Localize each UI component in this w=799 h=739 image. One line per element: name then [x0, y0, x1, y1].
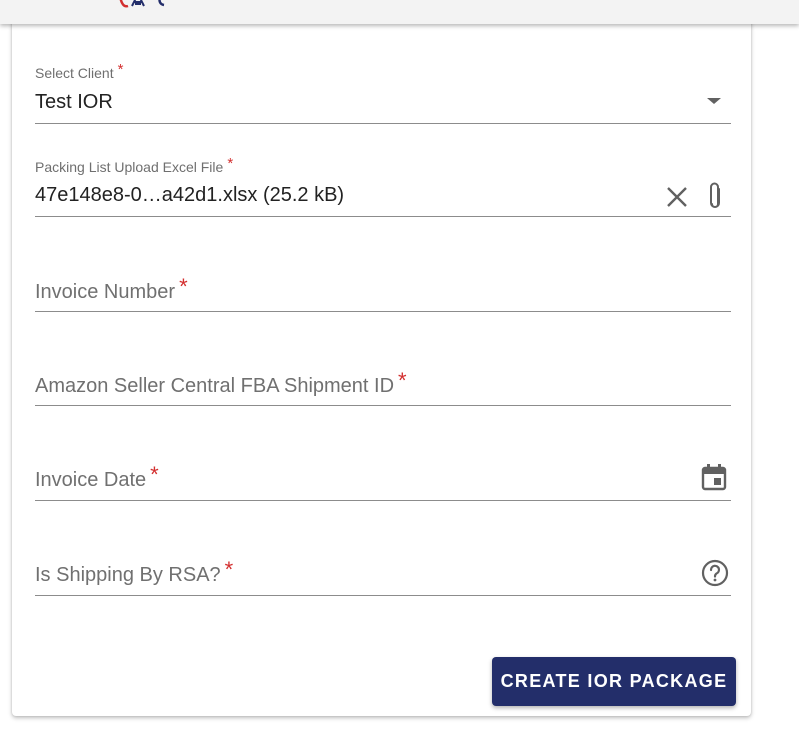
packing-list-required-mark: *	[227, 155, 234, 172]
invoice-date-required-mark: *	[150, 462, 159, 487]
packing-list-upload-field[interactable]: Packing List Upload Excel File * 47e148e8…	[35, 150, 731, 217]
client-label: Select Client	[35, 65, 114, 81]
paperclip-icon[interactable]	[705, 180, 725, 212]
packing-list-file-value: 47e148e8-0…a42d1.xlsx (25.2 kB)	[35, 184, 345, 206]
invoice-date-placeholder: Invoice Date	[35, 469, 147, 491]
client-value: Test IOR	[35, 91, 113, 113]
client-select[interactable]: Select Client * Test IOR	[35, 56, 731, 124]
shipment-id-input[interactable]: Amazon Seller Central FBA Shipment ID *	[35, 344, 731, 406]
invoice-date-input[interactable]: Invoice Date *	[35, 438, 731, 501]
close-icon[interactable]	[665, 185, 689, 209]
packing-list-label: Packing List Upload Excel File	[35, 159, 224, 175]
invoice-number-placeholder: Invoice Number	[35, 281, 176, 303]
invoice-number-required-mark: *	[179, 274, 188, 299]
client-required-mark: *	[117, 61, 124, 78]
create-ior-package-button[interactable]: CREATE IOR PACKAGE	[492, 657, 736, 706]
invoice-number-input[interactable]: Invoice Number *	[35, 250, 731, 312]
shipment-id-required-mark: *	[398, 368, 407, 393]
logo-icon	[119, 0, 165, 8]
shipping-by-rsa-required-mark: *	[224, 557, 234, 582]
shipment-id-placeholder: Amazon Seller Central FBA Shipment ID	[35, 375, 395, 397]
calendar-icon[interactable]	[701, 463, 727, 491]
app-header	[0, 0, 799, 24]
shipping-by-rsa-placeholder: Is Shipping By RSA?	[35, 564, 221, 586]
dropdown-arrow-icon[interactable]	[706, 96, 722, 106]
help-circle-icon[interactable]	[701, 559, 729, 587]
shipping-by-rsa-input[interactable]: Is Shipping By RSA? *	[35, 533, 731, 596]
